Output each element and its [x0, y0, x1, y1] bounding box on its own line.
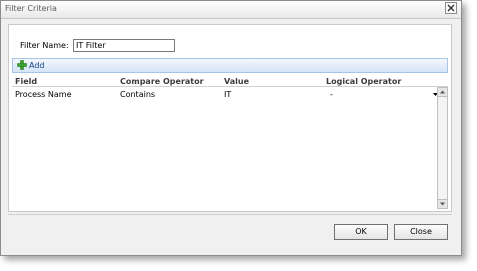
- column-header-field[interactable]: Field: [15, 77, 37, 86]
- scroll-down-button[interactable]: [438, 199, 447, 208]
- cell-field[interactable]: Process Name: [15, 90, 72, 99]
- close-icon: [447, 4, 455, 12]
- filter-name-input[interactable]: [73, 39, 175, 52]
- dialog-title: Filter Criteria: [5, 4, 57, 13]
- add-button-label: Add: [29, 61, 45, 70]
- footer-divider: [8, 214, 452, 215]
- cell-value[interactable]: IT: [224, 90, 231, 99]
- scroll-up-arrow-icon: [440, 90, 445, 94]
- grid-scrollbar[interactable]: [437, 87, 448, 209]
- column-header-value[interactable]: Value: [224, 77, 249, 86]
- filter-criteria-dialog: Filter Criteria Filter Name: Add Field C…: [0, 0, 462, 256]
- cell-compare-operator[interactable]: Contains: [120, 90, 155, 99]
- filter-name-label: Filter Name:: [20, 41, 69, 50]
- table-row[interactable]: Process Name Contains IT -: [12, 89, 438, 100]
- scroll-up-button[interactable]: [438, 88, 447, 97]
- green-plus-icon: [17, 60, 27, 70]
- column-header-compare-operator[interactable]: Compare Operator: [120, 77, 204, 86]
- cell-logical-operator[interactable]: -: [330, 90, 333, 99]
- column-header-logical-operator[interactable]: Logical Operator: [326, 77, 401, 86]
- ok-button[interactable]: OK: [334, 224, 388, 240]
- dialog-close-button[interactable]: [445, 2, 457, 14]
- close-button[interactable]: Close: [394, 224, 448, 240]
- grid-header-row: Field Compare Operator Value Logical Ope…: [12, 76, 448, 87]
- dialog-titlebar[interactable]: Filter Criteria: [1, 1, 461, 19]
- scroll-down-arrow-icon: [440, 202, 445, 206]
- filter-content-panel: Filter Name: Add Field Compare Operator …: [8, 24, 452, 212]
- grid-toolbar: Add: [12, 58, 448, 73]
